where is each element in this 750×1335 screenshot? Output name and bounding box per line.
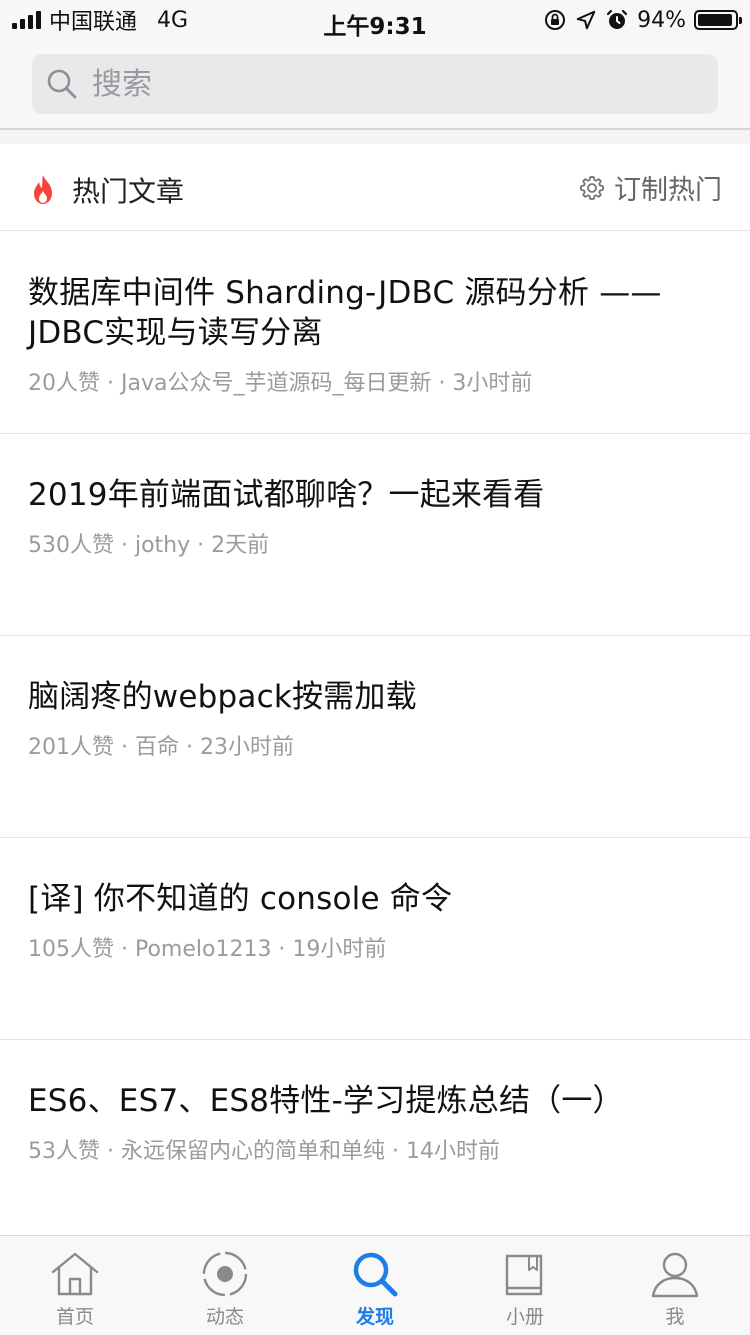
article-meta: 53人赞 · 永远保留内心的简单和单纯 · 14小时前	[28, 1139, 500, 1164]
hot-title-wrap: 热门文章	[28, 170, 184, 210]
article-title: 2019年前端面试都聊啥？一起来看看	[28, 477, 545, 513]
tab-activity[interactable]: 动态	[150, 1236, 300, 1335]
battery-percent: 94%	[637, 7, 686, 33]
tab-home-label: 首页	[55, 1306, 94, 1328]
article-item[interactable]: [译] 你不知道的 console 命令 105人赞 · Pomelo1213 …	[0, 839, 750, 1040]
status-bar: 中国联通 4G 上午9:31 94%	[0, 0, 750, 40]
battery-icon	[694, 10, 742, 30]
article-meta: 530人赞 · jothy · 2天前	[28, 533, 270, 558]
hot-articles-title: 热门文章	[72, 175, 185, 208]
home-icon	[51, 1252, 99, 1296]
tab-me[interactable]: 我	[600, 1236, 750, 1335]
customize-hot-label: 订制热门	[614, 175, 722, 206]
user-icon	[651, 1252, 699, 1298]
customize-hot-button[interactable]: 订制热门	[578, 168, 722, 207]
article-meta: 105人赞 · Pomelo1213 · 19小时前	[28, 937, 387, 962]
search-input[interactable]	[90, 65, 654, 103]
article-item[interactable]: 2019年前端面试都聊啥？一起来看看 530人赞 · jothy · 2天前	[0, 435, 750, 636]
article-meta: 20人赞 · Java公众号_芋道源码_每日更新 · 3小时前	[28, 371, 533, 396]
book-icon	[505, 1254, 543, 1296]
article-item[interactable]: 脑阔疼的webpack按需加载 201人赞 · 百命 · 23小时前	[0, 637, 750, 838]
tab-home[interactable]: 首页	[0, 1236, 150, 1335]
hot-articles-header: 热门文章 订制热门	[0, 144, 750, 231]
article-title: 脑阔疼的webpack按需加载	[28, 679, 417, 715]
location-arrow-icon	[576, 10, 596, 30]
tab-discover-label: 发现	[355, 1306, 394, 1328]
article-item[interactable]: ES6、ES7、ES8特性-学习提炼总结（一） 53人赞 · 永远保留内心的简单…	[0, 1041, 750, 1235]
tab-booklets[interactable]: 小册	[450, 1236, 600, 1335]
article-title: 数据库中间件 Sharding-JDBC 源码分析 —— JDBC实现与读写分离	[28, 275, 662, 351]
activity-icon	[202, 1251, 248, 1297]
search-box[interactable]	[32, 54, 718, 114]
tab-activity-label: 动态	[205, 1306, 244, 1328]
article-meta: 201人赞 · 百命 · 23小时前	[28, 735, 294, 760]
tab-discover[interactable]: 发现	[300, 1236, 450, 1335]
bottom-tab-bar: 首页 动态 发现 小册 我	[0, 1235, 750, 1335]
article-item[interactable]: 数据库中间件 Sharding-JDBC 源码分析 —— JDBC实现与读写分离…	[0, 231, 750, 434]
article-title: [译] 你不知道的 console 命令	[28, 881, 453, 917]
tab-booklets-label: 小册	[505, 1306, 544, 1328]
search-icon	[353, 1252, 398, 1297]
section-divider	[0, 130, 750, 144]
flame-icon	[34, 175, 52, 204]
search-icon	[47, 69, 77, 99]
tab-me-label: 我	[665, 1306, 685, 1328]
alarm-clock-icon	[606, 9, 628, 29]
orientation-lock-icon	[545, 10, 566, 30]
status-right: 94%	[543, 7, 742, 33]
battery-fill	[698, 14, 732, 26]
article-title: ES6、ES7、ES8特性-学习提炼总结（一）	[28, 1083, 624, 1119]
gear-icon	[579, 175, 605, 200]
search-header	[0, 40, 750, 130]
